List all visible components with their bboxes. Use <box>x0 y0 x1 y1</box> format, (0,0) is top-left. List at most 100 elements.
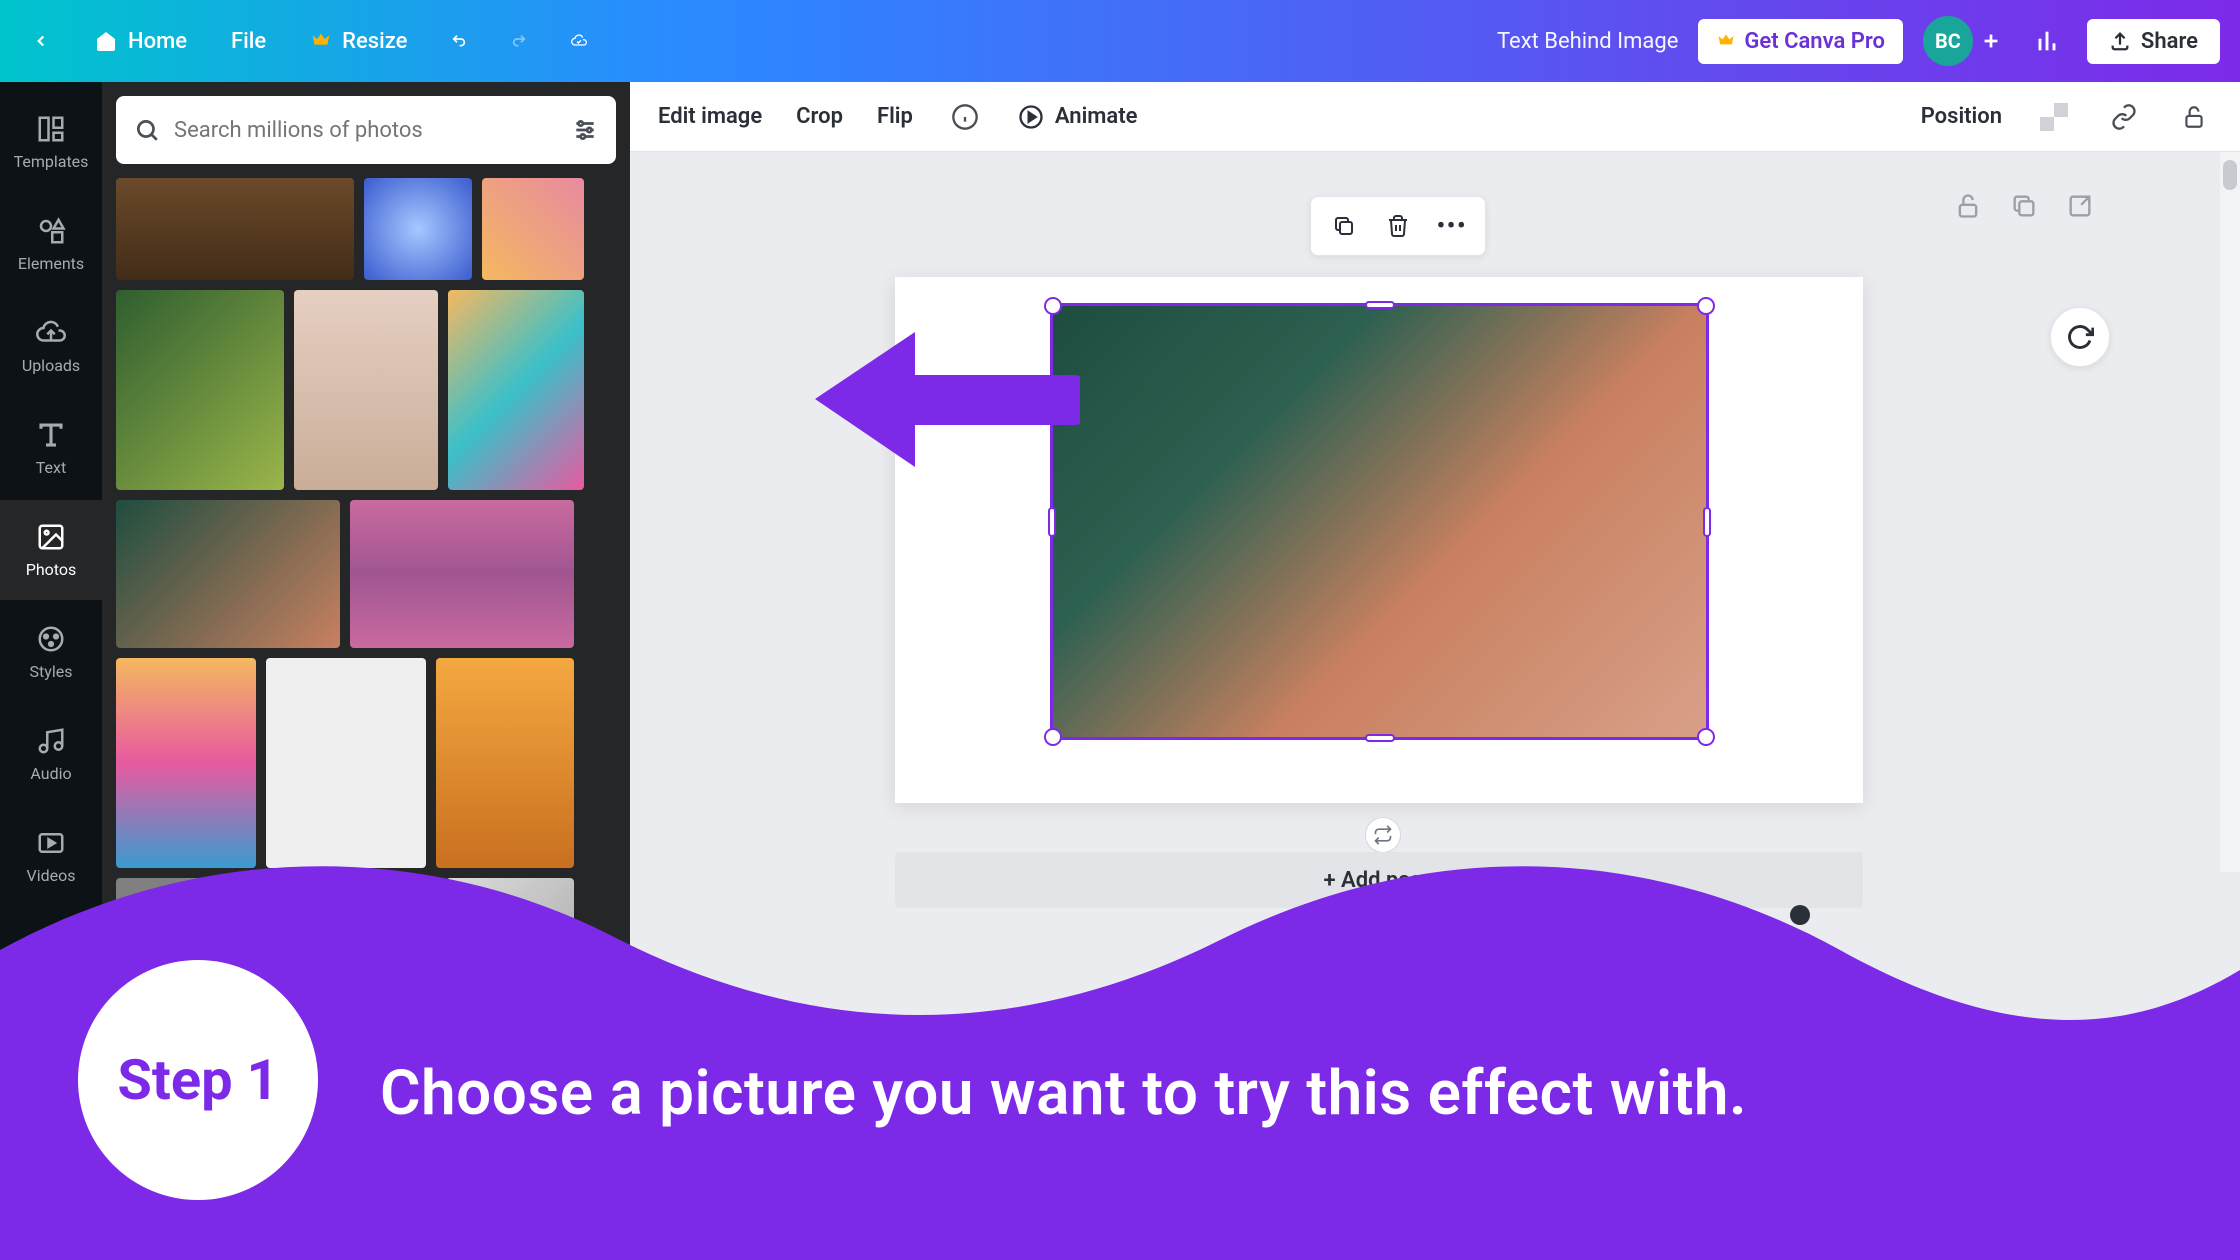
share-label: Share <box>2141 29 2198 54</box>
resize-handle-ne[interactable] <box>1697 297 1715 315</box>
swap-icon <box>1373 825 1393 845</box>
uploads-icon <box>36 318 66 348</box>
arrow-left-icon <box>815 327 1080 472</box>
crown-icon <box>1716 31 1736 51</box>
search-input[interactable] <box>174 118 558 143</box>
chevron-left-icon <box>32 32 50 50</box>
step-instruction: Choose a picture you want to try this ef… <box>380 1057 1747 1130</box>
home-icon <box>94 29 118 53</box>
rail-uploads[interactable]: Uploads <box>0 296 102 396</box>
audio-icon <box>36 726 66 756</box>
rail-text[interactable]: Text <box>0 398 102 498</box>
resize-handle-w[interactable] <box>1048 507 1056 537</box>
resize-handle-se[interactable] <box>1697 728 1715 746</box>
lock-button[interactable] <box>2176 99 2212 135</box>
photo-thumb[interactable] <box>446 878 574 998</box>
delete-button[interactable] <box>1371 202 1425 250</box>
insights-button[interactable] <box>2027 21 2067 61</box>
vertical-scrollbar[interactable] <box>2220 152 2240 872</box>
context-toolbar: Edit image Crop Flip Animate Position <box>630 82 2240 152</box>
crown-icon <box>310 30 332 52</box>
page-reorder-button[interactable] <box>1365 817 1401 853</box>
rail-templates[interactable]: Templates <box>0 92 102 192</box>
get-pro-button[interactable]: Get Canva Pro <box>1698 19 1903 64</box>
photo-thumb[interactable] <box>448 290 584 490</box>
plus-icon <box>1980 30 2002 52</box>
more-button[interactable]: ••• <box>1425 202 1479 250</box>
crop-button[interactable]: Crop <box>796 104 843 129</box>
flip-button[interactable]: Flip <box>877 104 913 129</box>
redo-icon <box>511 28 527 54</box>
rail-styles[interactable]: Styles <box>0 602 102 702</box>
selected-image[interactable] <box>1050 303 1709 740</box>
position-button[interactable]: Position <box>1921 104 2002 129</box>
add-page-button[interactable]: + Add page <box>895 852 1863 908</box>
edit-image-button[interactable]: Edit image <box>658 104 762 129</box>
new-page-button[interactable] <box>2066 192 2094 220</box>
photo-thumb[interactable] <box>482 178 584 280</box>
document-title[interactable]: Text Behind Image <box>1497 29 1678 54</box>
rail-videos[interactable]: Videos <box>0 806 102 906</box>
add-page-label: + Add page <box>1323 868 1434 893</box>
duplicate-button[interactable] <box>1317 202 1371 250</box>
animate-button[interactable]: Animate <box>1017 103 1138 131</box>
photo-thumb[interactable] <box>116 290 284 490</box>
photo-thumb[interactable] <box>350 500 574 648</box>
duplicate-icon <box>1332 214 1356 238</box>
resize-handle-s[interactable] <box>1365 734 1395 742</box>
redo-button[interactable] <box>499 21 539 61</box>
photo-thumb[interactable] <box>306 878 436 998</box>
avatar[interactable]: BC <box>1923 16 1973 66</box>
info-icon <box>951 103 979 131</box>
link-button[interactable] <box>2106 99 2142 135</box>
resize-handle-e[interactable] <box>1703 507 1711 537</box>
transparency-icon <box>2040 103 2068 131</box>
link-icon <box>2110 103 2138 131</box>
refresh-icon <box>2066 323 2094 351</box>
search-bar[interactable] <box>116 96 616 164</box>
rail-label: Elements <box>18 254 84 273</box>
scrollbar-thumb[interactable] <box>2223 160 2237 190</box>
rail-label: Styles <box>30 662 73 681</box>
home-button[interactable]: Home <box>82 21 199 62</box>
undo-icon <box>451 28 467 54</box>
photo-thumb[interactable] <box>116 178 354 280</box>
regenerate-button[interactable] <box>2050 307 2110 367</box>
lock-page-button[interactable] <box>1954 192 1982 220</box>
photo-thumb[interactable] <box>116 658 256 868</box>
resize-label: Resize <box>342 29 407 54</box>
file-label: File <box>231 29 266 54</box>
photo-thumb[interactable] <box>436 658 574 868</box>
videos-icon <box>36 828 66 858</box>
cloud-sync-button[interactable] <box>559 21 599 61</box>
back-button[interactable] <box>20 24 62 58</box>
photo-grid <box>116 178 616 998</box>
resize-button[interactable]: Resize <box>298 21 419 62</box>
top-bar: Home File Resize Text Behind Image Get C… <box>0 0 2240 82</box>
add-member-button[interactable] <box>1975 25 2007 57</box>
text-icon <box>36 420 66 450</box>
share-button[interactable]: Share <box>2087 19 2220 64</box>
rail-photos[interactable]: Photos <box>0 500 102 600</box>
transparency-button[interactable] <box>2036 99 2072 135</box>
photo-thumb[interactable] <box>116 500 340 648</box>
photo-thumb[interactable] <box>294 290 438 490</box>
home-label: Home <box>128 29 187 54</box>
rail-audio[interactable]: Audio <box>0 704 102 804</box>
templates-icon <box>36 114 66 144</box>
zoom-slider-thumb[interactable] <box>1790 905 1810 925</box>
photo-thumb[interactable] <box>364 178 472 280</box>
page-controls <box>1954 192 2094 220</box>
undo-button[interactable] <box>439 21 479 61</box>
info-button[interactable] <box>947 99 983 135</box>
file-menu[interactable]: File <box>219 21 278 62</box>
photo-thumb[interactable] <box>266 658 426 868</box>
filter-icon[interactable] <box>572 117 598 143</box>
resize-handle-sw[interactable] <box>1044 728 1062 746</box>
rail-elements[interactable]: Elements <box>0 194 102 294</box>
photos-icon <box>36 522 66 552</box>
elements-icon <box>36 216 66 246</box>
resize-handle-nw[interactable] <box>1044 297 1062 315</box>
resize-handle-n[interactable] <box>1365 301 1395 309</box>
duplicate-page-button[interactable] <box>2010 192 2038 220</box>
